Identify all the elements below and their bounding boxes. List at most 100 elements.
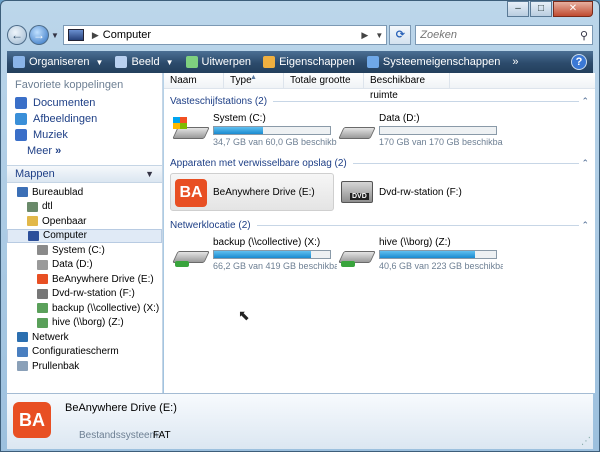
details-title: BeAnywhere Drive (E:) xyxy=(65,402,177,414)
mouse-pointer-icon: ⬉ xyxy=(238,307,250,323)
drive-name: Data (D:) xyxy=(379,113,420,124)
toolbar-label: Uitwerpen xyxy=(201,56,252,68)
toolbar-systeemeigenschappen-button[interactable]: Systeemeigenschappen xyxy=(361,51,506,73)
tree-item[interactable]: Netwerk xyxy=(7,330,162,345)
column-header[interactable]: Beschikbare ruimte xyxy=(364,73,450,101)
collapse-icon[interactable]: ⌃ xyxy=(581,96,589,107)
explorer-window: – □ ✕ ← → ▼ ▶ Computer ▶ ▼ ⟳ ⚲ Organiser… xyxy=(0,0,600,452)
column-header[interactable]: Naam xyxy=(164,73,224,88)
dropdown-arrow-icon[interactable]: ▼ xyxy=(96,58,104,67)
tree-item[interactable]: backup (\\collective) (X:) xyxy=(7,301,162,316)
tree-item[interactable]: Computer xyxy=(7,228,162,243)
column-header[interactable]: Totale grootte xyxy=(284,73,364,88)
column-header[interactable]: Type ▲ xyxy=(224,73,284,88)
removable-row: BA BeAnywhere Drive (E:) DVD Dvd-rw-stat… xyxy=(170,173,595,213)
drive-dvd-f[interactable]: DVD Dvd-rw-station (F:) xyxy=(336,173,500,211)
collapse-icon[interactable]: ⌃ xyxy=(581,220,589,231)
computer-icon xyxy=(67,29,84,41)
group-header-removable[interactable]: Apparaten met verwisselbare opslag (2) ⌃ xyxy=(170,155,589,171)
favorite-link-documenten[interactable]: Documenten xyxy=(7,95,162,111)
maximize-button[interactable]: □ xyxy=(530,1,552,17)
favorite-link-afbeeldingen[interactable]: Afbeeldingen xyxy=(7,111,162,127)
refresh-button[interactable]: ⟳ xyxy=(389,25,412,45)
beanywhere-icon: BA xyxy=(173,177,209,207)
usage-bar xyxy=(213,126,331,135)
folders-header[interactable]: Mappen ▼ xyxy=(7,165,162,183)
beanywhere-icon: BA xyxy=(13,402,51,438)
tree-item[interactable]: Bureaublad xyxy=(7,185,162,200)
beanywhere-icon xyxy=(37,274,48,285)
tree-item-label: Openbaar xyxy=(42,215,87,227)
column-label: Totale grootte xyxy=(290,75,351,86)
dropdown-arrow-icon[interactable]: ▼ xyxy=(166,58,174,67)
drive-beanywhere-e[interactable]: BA BeAnywhere Drive (E:) xyxy=(170,173,334,211)
computer-icon xyxy=(28,230,39,241)
tree-item[interactable]: System (C:) xyxy=(7,243,162,258)
usage-bar-fill xyxy=(380,251,476,258)
tree-item-label: Prullenbak xyxy=(32,360,80,372)
drive-hive-z[interactable]: hive (\\borg) (Z:) 40,6 GB van 223 GB be… xyxy=(336,235,503,273)
folders-title: Mappen xyxy=(15,168,55,180)
recent-pages-dropdown[interactable]: ▼ xyxy=(51,31,59,40)
details-pane: BA BeAnywhere Drive (E:) Bestandssysteem… xyxy=(7,393,593,449)
network-drive-icon xyxy=(37,317,48,328)
minimize-button[interactable]: – xyxy=(507,1,529,17)
more-label: Meer xyxy=(27,145,53,157)
tree-item-label: backup (\\collective) (X:) xyxy=(52,302,160,314)
toolbar-organiseren-button[interactable]: Organiseren ▼ xyxy=(7,51,109,73)
favorites-heading: Favoriete koppelingen xyxy=(15,79,124,91)
search-input[interactable] xyxy=(420,29,576,41)
hard-drive-icon xyxy=(338,115,376,145)
group-title: Apparaten met verwisselbare opslag (2) xyxy=(170,157,347,169)
tree-item[interactable]: dtl xyxy=(7,200,162,215)
toolbar-beeld-button[interactable]: Beeld ▼ xyxy=(109,51,179,73)
search-icon[interactable]: ⚲ xyxy=(576,29,592,42)
drive-backup-x[interactable]: backup (\\collective) (X:) 66,2 GB van 4… xyxy=(170,235,337,273)
drive-free-space: 40,6 GB van 223 GB beschikbaar xyxy=(379,261,503,271)
folder-tree: Bureaublad dtl Openbaar Computer System (C:)… xyxy=(7,183,162,374)
tree-item[interactable]: Data (D:) xyxy=(7,258,162,273)
tree-item[interactable]: Dvd-rw-station (F:) xyxy=(7,287,162,302)
address-dropdown-icon[interactable]: ▼ xyxy=(372,31,386,40)
collapse-icon[interactable]: ⌃ xyxy=(581,158,589,169)
drive-free-space: 34,7 GB van 60,0 GB beschikbaar xyxy=(213,137,337,147)
column-label: Naam xyxy=(170,75,197,86)
breadcrumb-separator-icon[interactable]: ▶ xyxy=(92,30,99,41)
tree-item[interactable]: Prullenbak xyxy=(7,359,162,374)
drive-name: Dvd-rw-station (F:) xyxy=(379,186,462,198)
resize-grip-icon[interactable]: ⋰ xyxy=(581,436,591,447)
pictures-icon xyxy=(15,113,27,125)
group-header-network[interactable]: Netwerklocatie (2) ⌃ xyxy=(170,217,589,233)
favorite-link-muziek[interactable]: Muziek xyxy=(7,127,162,143)
breadcrumb-chevron-icon[interactable]: ▶ xyxy=(361,30,368,41)
drive-system-c[interactable]: System (C:) 34,7 GB van 60,0 GB beschikb… xyxy=(170,111,337,149)
address-bar[interactable]: ▶ Computer ▶ ▼ xyxy=(62,25,388,45)
chevron-down-icon[interactable]: ▼ xyxy=(145,169,154,179)
forward-button[interactable]: → xyxy=(28,25,49,45)
tree-item[interactable]: Openbaar xyxy=(7,214,162,229)
more-favorites-link[interactable]: Meer » xyxy=(7,143,162,159)
column-headers: Naam Type ▲ Totale grootte Beschikbare ruimt… xyxy=(164,73,595,101)
drive-free-space: 66,2 GB van 419 GB beschikbaar xyxy=(213,261,337,271)
system-drive-icon xyxy=(172,115,210,145)
drive-data-d[interactable]: Data (D:) 170 GB van 170 GB beschikbaar xyxy=(336,111,503,149)
search-box[interactable]: ⚲ xyxy=(415,25,593,45)
close-button[interactable]: ✕ xyxy=(553,1,593,17)
music-icon xyxy=(15,129,27,141)
tree-item[interactable]: BeAnywhere Drive (E:) xyxy=(7,272,162,287)
back-button[interactable]: ← xyxy=(7,25,27,45)
help-button[interactable]: ? xyxy=(571,54,587,70)
system-drive-icon xyxy=(37,245,48,256)
toolbar-uitwerpen-button[interactable]: Uitwerpen xyxy=(180,51,258,73)
tree-item-label: Configuratiescherm xyxy=(32,346,119,358)
usage-bar xyxy=(379,250,497,259)
toolbar-eigenschappen-button[interactable]: Eigenschappen xyxy=(257,51,361,73)
organize-icon xyxy=(13,56,25,68)
usage-bar-fill xyxy=(214,251,312,258)
toolbar-label: Beeld xyxy=(131,56,160,68)
public-folder-icon xyxy=(27,216,38,227)
toolbar-more-button[interactable]: » xyxy=(506,51,524,73)
tree-item[interactable]: Configuratiescherm xyxy=(7,345,162,360)
tree-item[interactable]: hive (\\borg) (Z:) xyxy=(7,316,162,331)
address-path[interactable]: Computer xyxy=(103,29,358,41)
